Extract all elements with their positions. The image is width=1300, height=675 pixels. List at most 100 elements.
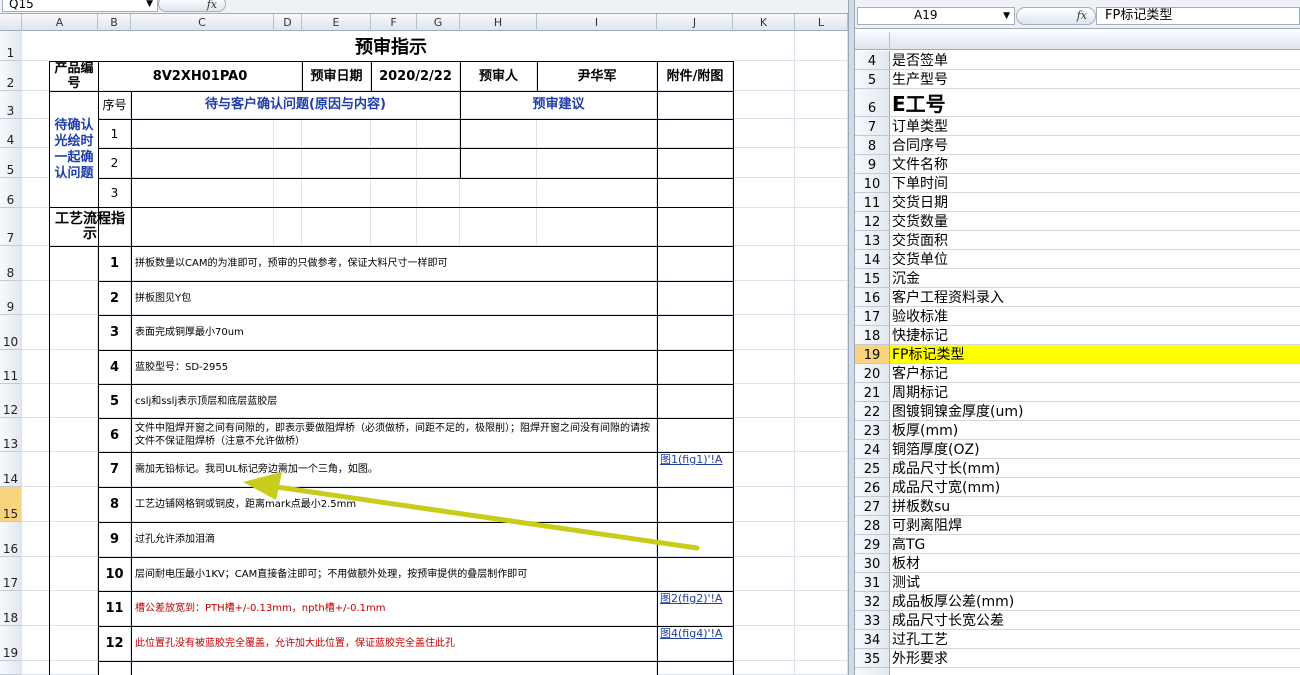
item-number[interactable]: 8 [99,488,130,521]
column-header-d[interactable]: D [274,14,302,31]
insert-function-button[interactable]: fx [158,0,226,12]
data-row[interactable] [855,668,1300,675]
row-header[interactable]: 16 [855,288,890,307]
row-header[interactable]: 25 [855,459,890,478]
data-row[interactable]: 27拼板数su1 [855,497,1300,516]
row-header[interactable]: 4 [855,51,890,70]
field-name-cell[interactable]: 外形要求 [890,649,1300,668]
field-name-cell[interactable]: 合同序号 [890,136,1300,155]
field-name-cell[interactable]: 成品尺寸长(mm) [890,459,1300,478]
data-row[interactable]: 21周期标记加 [855,383,1300,402]
confirm-label[interactable]: 待确认光绘时一起确认问题 [50,92,98,206]
field-name-cell[interactable]: 周期标记 [890,383,1300,402]
seq-label[interactable]: 序号 [99,92,130,118]
row-header[interactable]: 15 [0,487,22,522]
item-text[interactable]: 此位置孔没有被蓝胶完全覆盖，允许加大此位置，保证蓝胶完全盖住此孔 [132,627,656,660]
item-number[interactable]: 7 [99,453,130,486]
field-name-cell[interactable]: 订单类型 [890,117,1300,136]
row-header[interactable]: 24 [855,440,890,459]
item-text[interactable]: 过孔允许添加泪滴 [132,523,656,556]
select-all-corner[interactable] [855,32,890,50]
field-name-cell[interactable]: 图镀铜镍金厚度(um) [890,402,1300,421]
data-row[interactable]: 15沉金√ [855,269,1300,288]
row-header[interactable]: 9 [0,281,22,315]
row-header[interactable]: 19 [0,626,22,661]
item-number[interactable]: 1 [99,247,130,280]
data-row[interactable]: 8合同序号-2.02002E+11 [855,136,1300,155]
row-header[interactable]: 31 [855,573,890,592]
data-row[interactable]: 12交货数量1 [855,212,1300,231]
figure-link[interactable]: 图4(fig4)'!A [658,627,732,660]
item-number[interactable]: 5 [99,385,130,417]
data-row[interactable]: 13交货面积0.147 [855,231,1300,250]
data-row[interactable]: 26成品尺寸宽(mm)460 [855,478,1300,497]
formula-input[interactable]: FP标记类型 [1096,7,1300,25]
column-header-l[interactable]: L [795,14,848,31]
row-header[interactable]: 21 [855,383,890,402]
confirm-number[interactable]: 2 [99,149,130,177]
item-number[interactable] [99,662,130,675]
item-number[interactable]: 12 [99,627,130,660]
row-header[interactable]: 12 [855,212,890,231]
field-name-cell[interactable] [890,668,1300,675]
row-header[interactable]: 10 [855,174,890,193]
row-header[interactable]: 2 [0,61,22,91]
data-row[interactable]: 30板材TU-768 [855,554,1300,573]
data-row[interactable]: 10下单时间2020/2/22 12:07 [855,174,1300,193]
data-row[interactable]: 18快捷标记加(M12P3) [855,326,1300,345]
row-header[interactable]: 14 [0,452,22,487]
data-row[interactable]: 28可剥离阻焊√ [855,516,1300,535]
field-name-cell[interactable]: 铜箔厚度(OZ) [890,440,1300,459]
item-text[interactable]: 需加无铅标记。我司UL标记旁边需加一个三角，如图。 [132,453,656,486]
column-header-e[interactable]: E [302,14,371,31]
row-header[interactable]: 35 [855,649,890,668]
column-header-a[interactable]: A [22,14,98,31]
item-text[interactable]: 工艺边铺网格铜或铜皮，距离mark点最小2.5mm [132,488,656,521]
column-header-g[interactable]: G [417,14,460,31]
issue-header[interactable]: 待与客户确认问题(原因与内容) [132,92,459,118]
row-header[interactable]: 23 [855,421,890,440]
item-number[interactable]: 6 [99,419,130,451]
select-all-corner[interactable] [0,14,22,31]
suggestion-header[interactable]: 预审建议 [461,92,656,118]
row-header[interactable]: 16 [0,522,22,557]
row-header[interactable]: 5 [0,148,22,178]
row-header[interactable]: 18 [855,326,890,345]
data-row[interactable]: 31测试飞针测试 [855,573,1300,592]
reviewer-value[interactable]: 尹华军 [538,62,656,90]
data-row[interactable]: 34过孔工艺按GERBER文件 [855,630,1300,649]
field-name-cell[interactable]: 过孔工艺 [890,630,1300,649]
item-text[interactable]: cslj和sslj表示顶层和底层蓝胶层 [132,385,656,417]
field-name-cell[interactable]: 是否签单 [890,51,1300,70]
confirm-number[interactable]: 3 [99,179,130,206]
row-header[interactable]: 8 [855,136,890,155]
data-row[interactable]: 23板厚(mm)2.1 [855,421,1300,440]
row-header[interactable]: 12 [0,384,22,418]
right-spreadsheet-pane[interactable]: A19 ▼ fx FP标记类型 A 4是否签单否5生产型号8V2XH01PA0(… [855,0,1300,675]
data-row[interactable]: 14交货单位Unit [855,250,1300,269]
attachment-label[interactable]: 附件/附图 [658,62,732,90]
column-header-i[interactable]: I [537,14,657,31]
row-header[interactable]: 4 [0,119,22,148]
item-text[interactable] [132,662,656,675]
item-number[interactable]: 2 [99,282,130,314]
column-header-c[interactable]: C [131,14,274,31]
item-number[interactable]: 4 [99,351,130,383]
column-header-h[interactable]: H [460,14,537,31]
row-header[interactable]: 32 [855,592,890,611]
field-name-cell[interactable]: 快捷标记 [890,326,1300,345]
item-number[interactable]: 11 [99,592,130,625]
field-name-cell[interactable]: E工号 [890,89,1300,117]
column-header-f[interactable]: F [371,14,417,31]
review-date-label[interactable]: 预审日期 [303,62,370,90]
row-header[interactable]: 27 [855,497,890,516]
field-name-cell[interactable]: 板材 [890,554,1300,573]
field-name-cell[interactable]: 沉金 [890,269,1300,288]
field-name-cell[interactable]: 下单时间 [890,174,1300,193]
row-header[interactable]: 20 [855,364,890,383]
data-row[interactable]: 7订单类型新单(合拼)(内部制作) [855,117,1300,136]
field-name-cell[interactable]: 成品尺寸长宽公差 [890,611,1300,630]
dropdown-arrow-icon[interactable]: ▼ [146,0,153,12]
data-row[interactable]: 20客户标记不加 [855,364,1300,383]
dropdown-arrow-icon[interactable]: ▼ [1003,9,1010,24]
